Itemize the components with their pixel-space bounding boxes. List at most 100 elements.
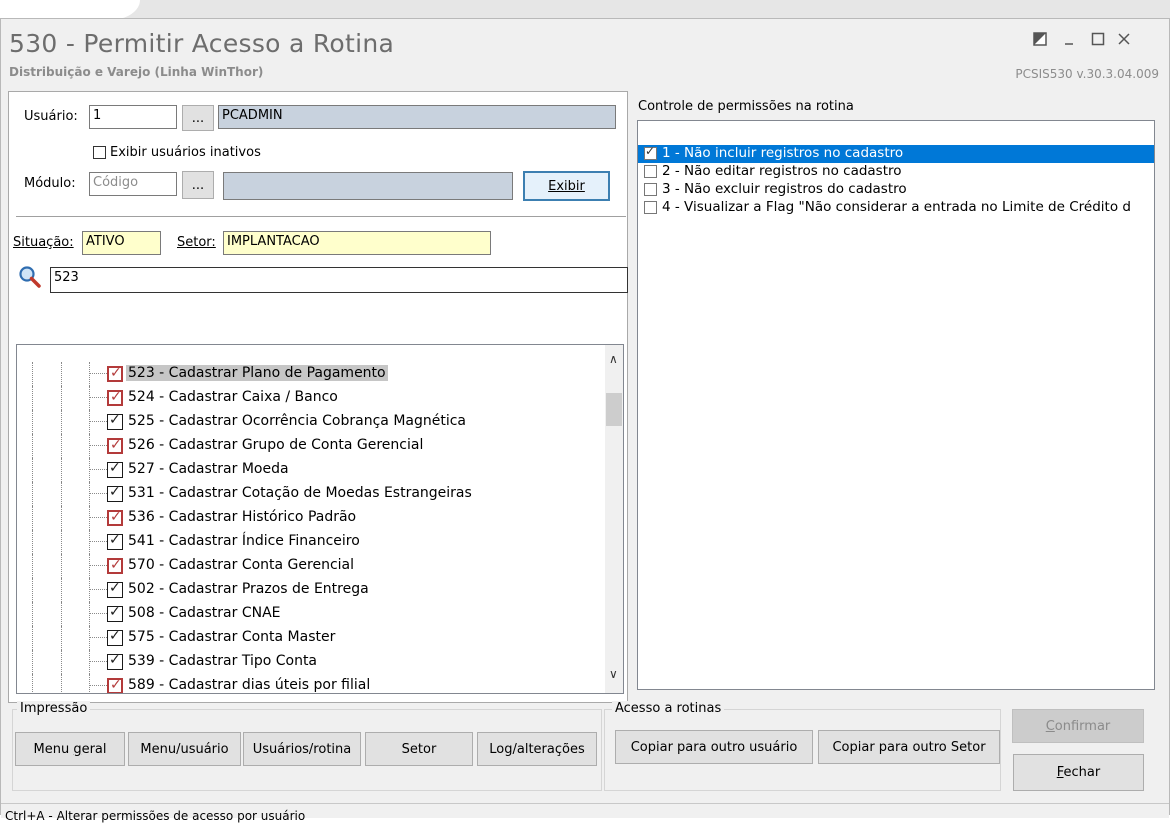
routine-tree[interactable]: ✓ 523 - Cadastrar Plano de Pagamento ✓ 524 …: [16, 344, 624, 694]
window-title: 530 - Permitir Acesso a Rotina: [9, 29, 395, 58]
tree-item[interactable]: ✓ 525 - Cadastrar Ocorrência Cobrança Mag…: [17, 410, 607, 434]
tree-item-checkbox[interactable]: ✓: [107, 509, 123, 526]
inactive-checkbox-box[interactable]: [93, 146, 106, 159]
desktop-strip: [0, 0, 1170, 20]
exibir-label: Exibir: [548, 178, 585, 194]
permission-item[interactable]: 3 - Não excluir registros do cadastro: [638, 181, 1154, 199]
confirmar-label-text: Confirmar: [1045, 718, 1111, 734]
tree-item-checkbox[interactable]: ✓: [107, 484, 123, 502]
modulo-label: Módulo:: [24, 176, 76, 191]
tree-item[interactable]: ✓ 526 - Cadastrar Grupo de Conta Gerencia…: [17, 434, 607, 458]
tree-item-checkbox[interactable]: ✓: [107, 532, 123, 550]
modulo-browse-button[interactable]: ...: [182, 171, 214, 199]
window-subtitle: Distribuição e Varejo (Linha WinThor): [9, 65, 264, 79]
tree-item[interactable]: ✓ 524 - Cadastrar Caixa / Banco: [17, 386, 607, 410]
permission-label: 1 - Não incluir registros no cadastro: [662, 145, 904, 161]
tree-item-checkbox[interactable]: ✓: [107, 580, 123, 598]
scroll-down-icon[interactable]: ∨: [609, 667, 618, 681]
confirmar-button[interactable]: Confirmar: [1012, 709, 1144, 743]
close-icon[interactable]: [1114, 29, 1134, 49]
version-label: PCSIS530 v.30.3.04.009: [1015, 67, 1159, 81]
tree-item[interactable]: ✓ 539 - Cadastrar Tipo Conta: [17, 650, 607, 674]
tree-item[interactable]: ✓ 527 - Cadastrar Moeda: [17, 458, 607, 482]
tree-item[interactable]: ✓ 570 - Cadastrar Conta Gerencial: [17, 554, 607, 578]
menu-usuario-button[interactable]: Menu/usuário: [128, 732, 241, 766]
inactive-users-checkbox[interactable]: Exibir usuários inativos: [93, 145, 261, 160]
scroll-thumb[interactable]: [606, 393, 622, 426]
tree-item[interactable]: ✓ 589 - Cadastrar dias úteis por filial: [17, 674, 607, 693]
tree-item-label: 502 - Cadastrar Prazos de Entrega: [128, 581, 369, 597]
fechar-button[interactable]: Fechar: [1013, 754, 1144, 791]
tree-item[interactable]: ✓ 523 - Cadastrar Plano de Pagamento: [17, 362, 607, 386]
tree-item[interactable]: ✓ 541 - Cadastrar Índice Financeiro: [17, 530, 607, 554]
tree-item-label: 523 - Cadastrar Plano de Pagamento: [126, 365, 388, 381]
permission-checkbox[interactable]: [644, 183, 657, 196]
copiar-usuario-button[interactable]: Copiar para outro usuário: [615, 730, 813, 764]
permission-item[interactable]: 4 - Visualizar a Flag "Não considerar a …: [638, 199, 1154, 217]
usuario-label: Usuário:: [24, 109, 78, 124]
tree-item-checkbox[interactable]: ✓: [107, 437, 123, 454]
separator: [16, 216, 626, 217]
tree-item[interactable]: ✓ 575 - Cadastrar Conta Master: [17, 626, 607, 650]
permission-item[interactable]: ✓ 1 - Não incluir registros no cadastro: [638, 144, 1154, 163]
tree-item-label: 526 - Cadastrar Grupo de Conta Gerencial: [128, 437, 424, 453]
impressao-label: Impressão: [17, 701, 91, 716]
tree-item-label: 531 - Cadastrar Cotação de Moedas Estran…: [128, 485, 472, 501]
maximize-icon[interactable]: [1088, 29, 1108, 49]
situacao-field: ATIVO: [82, 231, 161, 255]
tree-scrollbar[interactable]: ∧ ∨: [605, 345, 623, 693]
modulo-code-field[interactable]: Código: [89, 172, 177, 196]
permission-checkbox[interactable]: [644, 165, 657, 178]
imp-0-text: Menu geral: [33, 741, 107, 757]
permissions-list[interactable]: ✓ 1 - Não incluir registros no cadastro 2 …: [637, 120, 1155, 690]
tree-item-label: 527 - Cadastrar Moeda: [128, 461, 289, 477]
usuario-browse-button[interactable]: ...: [182, 105, 214, 131]
tree-item-checkbox[interactable]: ✓: [107, 652, 123, 670]
permission-label: 4 - Visualizar a Flag "Não considerar a …: [662, 199, 1131, 215]
tree-item-checkbox[interactable]: ✓: [107, 557, 123, 574]
tree-item-label: 539 - Cadastrar Tipo Conta: [128, 653, 318, 669]
restore-icon[interactable]: [1030, 29, 1050, 49]
permission-item[interactable]: 2 - Não editar registros no cadastro: [638, 163, 1154, 181]
copiar-setor-button[interactable]: Copiar para outro Setor: [818, 730, 1000, 764]
setor-field: IMPLANTACAO: [223, 231, 491, 255]
permission-label: 2 - Não editar registros no cadastro: [662, 163, 902, 179]
inactive-users-label: Exibir usuários inativos: [110, 145, 261, 160]
scroll-up-icon[interactable]: ∧: [609, 352, 618, 366]
setor-button[interactable]: Setor: [365, 732, 473, 766]
tree-item-checkbox[interactable]: ✓: [107, 460, 123, 478]
tree-item-checkbox[interactable]: ✓: [107, 389, 123, 406]
tree-item-label: 589 - Cadastrar dias úteis por filial: [128, 677, 371, 693]
tree-item-label: 524 - Cadastrar Caixa / Banco: [128, 389, 338, 405]
usuario-code-field[interactable]: 1: [89, 105, 177, 129]
tree-item-checkbox[interactable]: ✓: [107, 365, 123, 382]
usuario-name-field: PCADMIN: [218, 105, 616, 129]
tree-item-checkbox[interactable]: ✓: [107, 628, 123, 646]
search-input[interactable]: 523: [50, 267, 628, 293]
tree-item-label: 575 - Cadastrar Conta Master: [128, 629, 336, 645]
tree-item[interactable]: ✓ 531 - Cadastrar Cotação de Moedas Estra…: [17, 482, 607, 506]
minimize-icon[interactable]: [1059, 29, 1079, 49]
main-window: 530 - Permitir Acesso a Rotina Distribui…: [0, 18, 1170, 823]
menu-geral-button[interactable]: Menu geral: [15, 732, 125, 766]
title-bar: 530 - Permitir Acesso a Rotina Distribui…: [1, 19, 1169, 91]
status-bar: Ctrl+A - Alterar permissões de acesso po…: [1, 803, 1169, 823]
acesso-label: Acesso a rotinas: [612, 701, 725, 716]
tree-item-checkbox[interactable]: ✓: [107, 412, 123, 430]
fechar-label-text: Fechar: [1056, 765, 1101, 780]
exibir-button[interactable]: Exibir: [523, 171, 610, 201]
tree-item-checkbox[interactable]: ✓: [107, 677, 123, 693]
usuarios-rotina-button[interactable]: Usuários/rotina: [243, 732, 361, 766]
tree-item-checkbox[interactable]: ✓: [107, 604, 123, 622]
tree-item-label: 570 - Cadastrar Conta Gerencial: [128, 557, 355, 573]
log-alteracoes-button[interactable]: Log/alterações: [477, 732, 597, 766]
permissions-title: Controle de permissões na rotina: [638, 99, 854, 114]
tree-item[interactable]: ✓ 502 - Cadastrar Prazos de Entrega: [17, 578, 607, 602]
search-icon[interactable]: [18, 265, 42, 289]
tree-item[interactable]: ✓ 508 - Cadastrar CNAE: [17, 602, 607, 626]
permission-checkbox[interactable]: [644, 201, 657, 214]
status-text: Ctrl+A - Alterar permissões de acesso po…: [5, 809, 306, 823]
setor-label: Setor:: [177, 235, 216, 250]
tree-item[interactable]: ✓ 536 - Cadastrar Histórico Padrão: [17, 506, 607, 530]
permission-checkbox[interactable]: ✓: [644, 144, 657, 160]
